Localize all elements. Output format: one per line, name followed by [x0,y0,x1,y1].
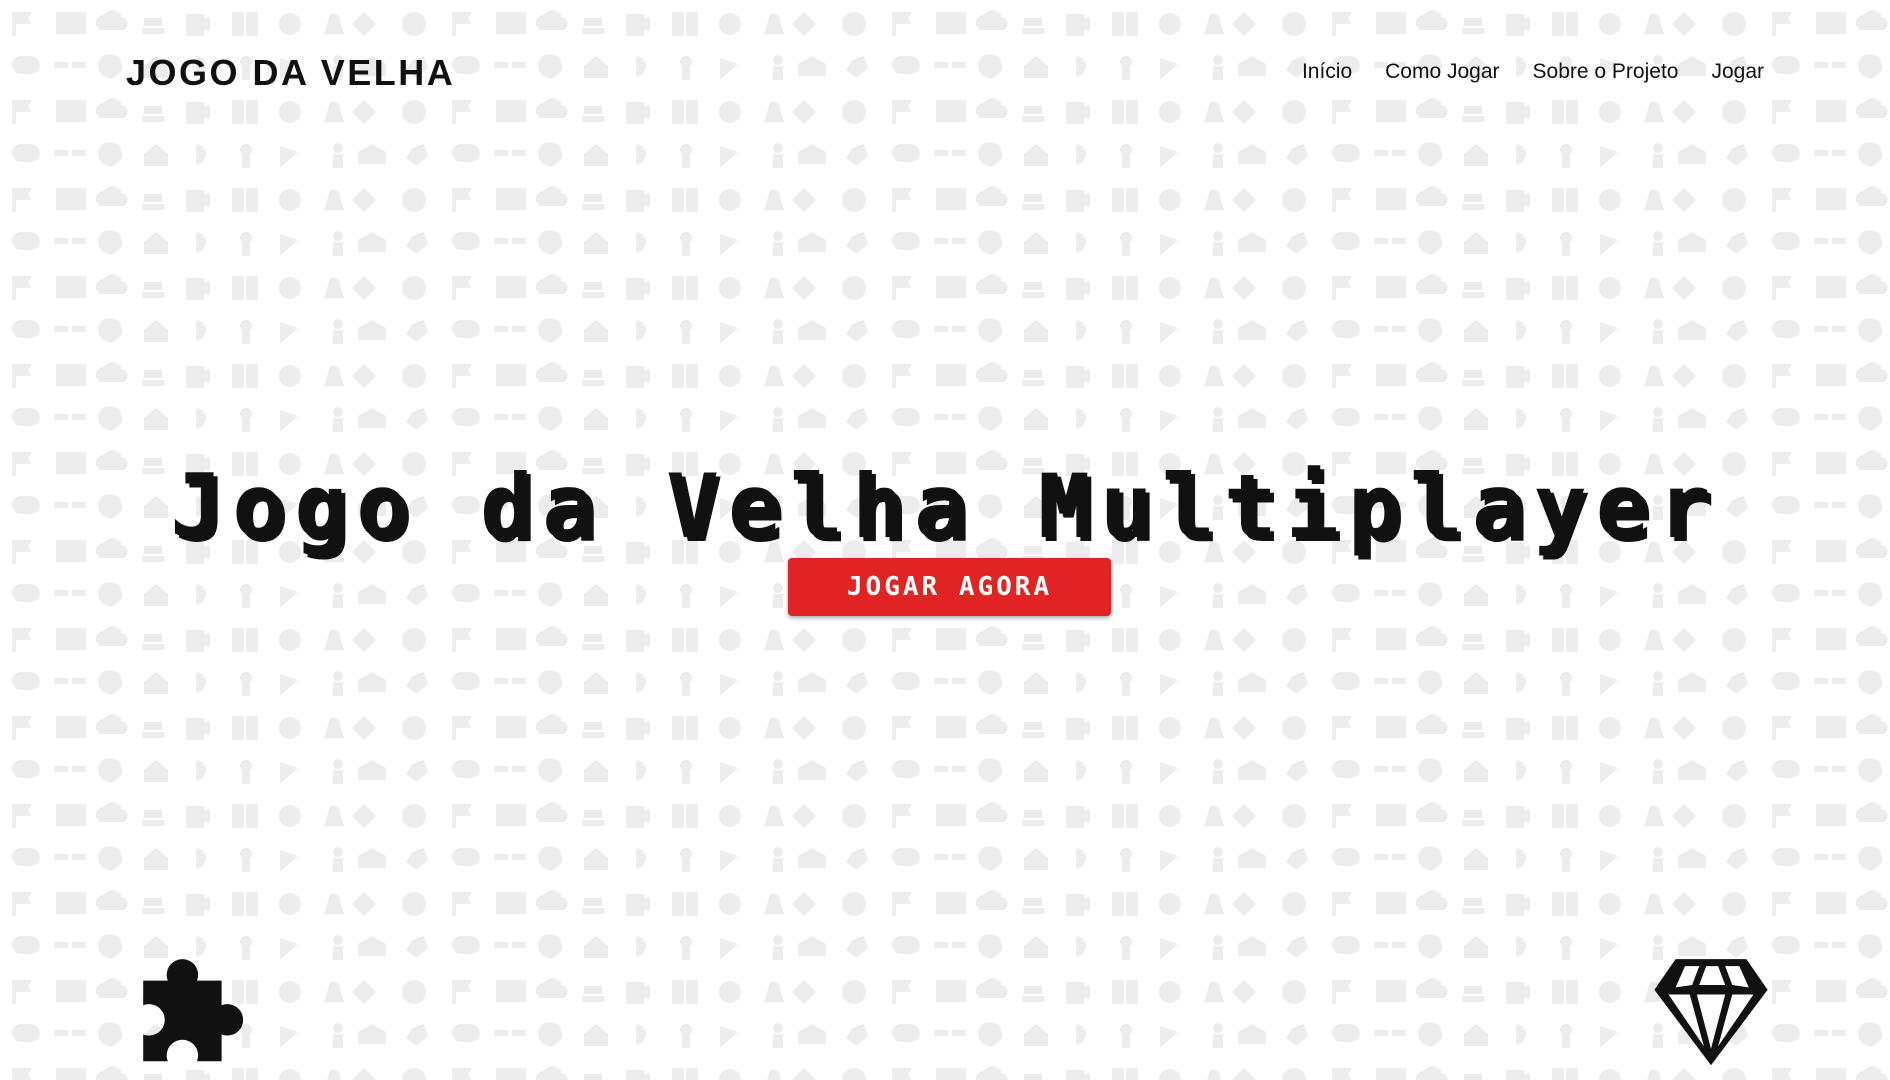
play-now-button[interactable]: JOGAR AGORA [788,558,1111,616]
nav-link-como-jogar[interactable]: Como Jogar [1385,60,1499,84]
diamond-icon [1654,959,1768,1066]
main-nav: Início Como Jogar Sobre o Projeto Jogar [1302,60,1764,84]
site-brand[interactable]: JOGO DA VELHA [126,52,455,94]
nav-link-sobre-o-projeto[interactable]: Sobre o Projeto [1533,60,1679,84]
hero-title: Jogo da Velha Multiplayer [170,455,1720,558]
puzzle-piece-icon [143,959,244,1062]
nav-link-inicio[interactable]: Início [1302,60,1352,84]
nav-link-jogar[interactable]: Jogar [1711,60,1764,84]
